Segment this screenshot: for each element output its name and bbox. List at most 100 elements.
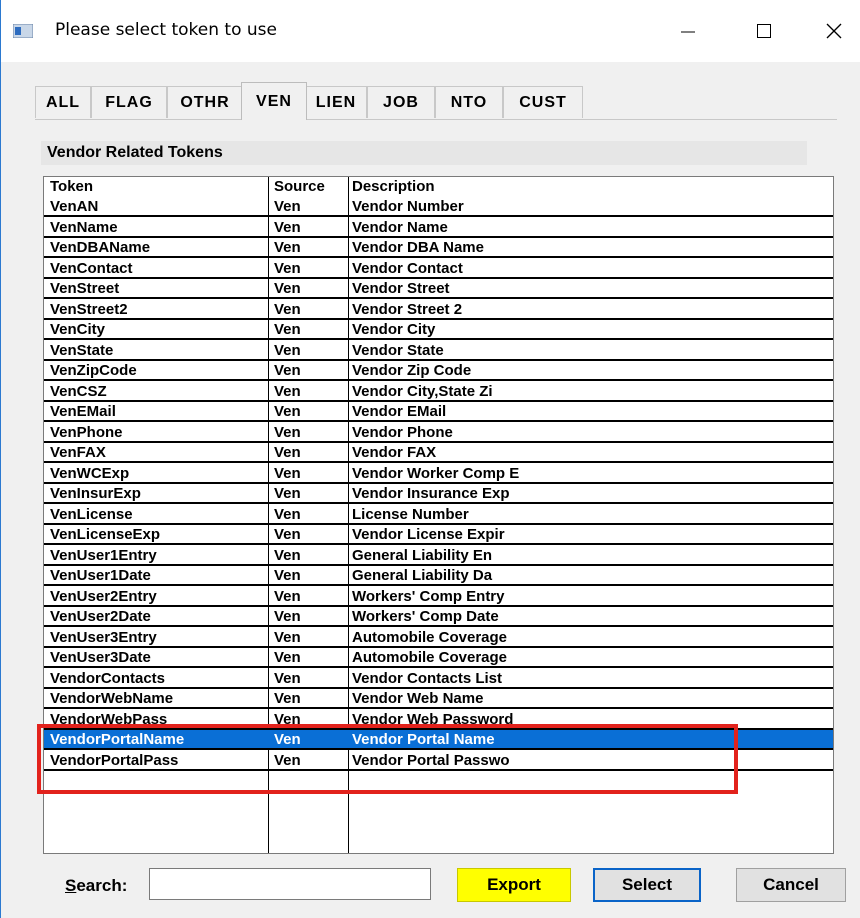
header-source: Source [274, 178, 325, 195]
source-cell: Ven [274, 649, 301, 666]
table-row[interactable]: VenZipCode Ven Vendor Zip Code [44, 361, 833, 381]
maximize-button[interactable] [741, 0, 787, 62]
tab-flag[interactable]: FLAG [91, 86, 167, 118]
token-cell: VenEMail [50, 403, 116, 420]
tab-othr[interactable]: OTHR [167, 86, 243, 118]
minimize-icon [681, 31, 695, 33]
source-cell: Ven [274, 382, 301, 400]
description-cell: Vendor License Expir [352, 526, 505, 543]
table-row[interactable]: VendorWebName Ven Vendor Web Name [44, 689, 833, 709]
source-cell: Ven [274, 423, 301, 441]
tab-job[interactable]: JOB [367, 86, 435, 118]
token-cell: VendorPortalPass [50, 751, 179, 769]
table-row[interactable]: VendorPortalPass Ven Vendor Portal Passwo [44, 751, 833, 771]
description-cell: Vendor Worker Comp E [352, 464, 520, 482]
source-cell: Ven [274, 751, 301, 769]
tab-ven[interactable]: VEN [241, 82, 307, 120]
source-cell: Ven [274, 341, 301, 359]
source-cell: Ven [274, 444, 301, 461]
table-row[interactable]: VenUser2Entry Ven Workers' Comp Entry [44, 587, 833, 607]
tab-nto[interactable]: NTO [435, 86, 503, 118]
table-row[interactable]: VendorPortalName Ven Vendor Portal Name [44, 730, 833, 750]
token-table[interactable]: Token Source Description VenAN Ven Vendor … [43, 176, 834, 854]
search-input[interactable] [149, 868, 431, 900]
table-row[interactable]: VenWCExp Ven Vendor Worker Comp E [44, 464, 833, 484]
source-cell: Ven [274, 628, 301, 646]
source-cell: Ven [274, 505, 301, 523]
table-row[interactable]: VenName Ven Vendor Name [44, 218, 833, 238]
table-row[interactable]: VenUser1Date Ven General Liability Da [44, 566, 833, 586]
token-cell: VenUser3Entry [50, 628, 157, 646]
description-cell: Vendor Number [352, 198, 464, 215]
table-row[interactable]: VenPhone Ven Vendor Phone [44, 423, 833, 443]
token-cell: VenAN [50, 198, 99, 215]
source-cell: Ven [274, 300, 301, 318]
table-row[interactable]: VenFAX Ven Vendor FAX [44, 443, 833, 463]
maximize-icon [757, 24, 771, 38]
cancel-button[interactable]: Cancel [736, 868, 846, 902]
table-row[interactable]: VenUser3Date Ven Automobile Coverage [44, 648, 833, 668]
description-cell: Automobile Coverage [352, 649, 508, 666]
minimize-button[interactable] [665, 0, 711, 62]
token-cell: VenCity [50, 321, 106, 338]
description-cell: Vendor Street [352, 280, 450, 297]
table-row[interactable]: VendorWebPass Ven Vendor Web Password [44, 710, 833, 730]
source-cell: Ven [274, 218, 301, 236]
table-row[interactable]: VenUser1Entry Ven General Liability En [44, 546, 833, 566]
tab-cust[interactable]: CUST [503, 86, 583, 118]
description-cell: Vendor Portal Passwo [352, 751, 510, 769]
token-cell: VendorPortalName [50, 731, 185, 748]
description-cell: Vendor City,State Zi [352, 382, 493, 400]
token-cell: VenStreet [50, 280, 120, 297]
table-row[interactable]: VenUser2Date Ven Workers' Comp Date [44, 607, 833, 627]
title-bar[interactable]: Please select token to use [1, 0, 860, 62]
token-cell: VenPhone [50, 423, 123, 441]
table-row[interactable]: VenLicenseExp Ven Vendor License Expir [44, 525, 833, 545]
source-cell: Ven [274, 464, 301, 482]
token-cell: VenZipCode [50, 362, 137, 379]
table-row[interactable]: VenState Ven Vendor State [44, 341, 833, 361]
description-cell: Workers' Comp Entry [352, 587, 505, 605]
table-row[interactable]: VenDBAName Ven Vendor DBA Name [44, 238, 833, 258]
table-row[interactable]: VenInsurExp Ven Vendor Insurance Exp [44, 484, 833, 504]
tab-all[interactable]: ALL [35, 86, 91, 118]
close-icon [826, 23, 842, 39]
table-row[interactable]: VenEMail Ven Vendor EMail [44, 402, 833, 422]
table-row[interactable]: VenCity Ven Vendor City [44, 320, 833, 340]
description-cell: Vendor City [352, 321, 436, 338]
token-cell: VenUser2Entry [50, 587, 157, 605]
header-token: Token [50, 178, 94, 195]
description-cell: Vendor Web Name [352, 690, 484, 707]
description-cell: Vendor Contact [352, 259, 463, 277]
search-label-accelerator: S [65, 876, 77, 895]
panel-title: Vendor Related Tokens [41, 141, 807, 165]
description-cell: Vendor Web Password [352, 710, 514, 728]
tab-lien[interactable]: LIEN [305, 86, 367, 118]
description-cell: License Number [352, 505, 469, 523]
token-cell: VenLicenseExp [50, 526, 161, 543]
export-button[interactable]: Export [457, 868, 571, 902]
source-cell: Ven [274, 669, 301, 687]
token-cell: VenInsurExp [50, 485, 141, 502]
table-row[interactable]: VenUser3Entry Ven Automobile Coverage [44, 628, 833, 648]
tab-strip-border [35, 119, 837, 120]
description-cell: Vendor FAX [352, 444, 437, 461]
table-row[interactable]: VenCSZ Ven Vendor City,State Zi [44, 382, 833, 402]
table-row[interactable]: VenContact Ven Vendor Contact [44, 259, 833, 279]
table-row[interactable]: VenStreet Ven Vendor Street [44, 279, 833, 299]
token-cell: VenCSZ [50, 382, 107, 400]
token-cell: VenLicense [50, 505, 133, 523]
select-button[interactable]: Select [593, 868, 701, 902]
token-cell: VendorContacts [50, 669, 166, 687]
token-cell: VenStreet2 [50, 300, 128, 318]
table-row[interactable]: VenStreet2 Ven Vendor Street 2 [44, 300, 833, 320]
token-cell: VenState [50, 341, 114, 359]
source-cell: Ven [274, 690, 301, 707]
table-row[interactable]: VenLicense Ven License Number [44, 505, 833, 525]
table-row[interactable]: VendorContacts Ven Vendor Contacts List [44, 669, 833, 689]
table-row[interactable]: VenAN Ven Vendor Number [44, 197, 833, 217]
token-cell: VendorWebPass [50, 710, 168, 728]
close-button[interactable] [811, 0, 857, 62]
description-cell: Vendor Insurance Exp [352, 485, 510, 502]
source-cell: Ven [274, 259, 301, 277]
